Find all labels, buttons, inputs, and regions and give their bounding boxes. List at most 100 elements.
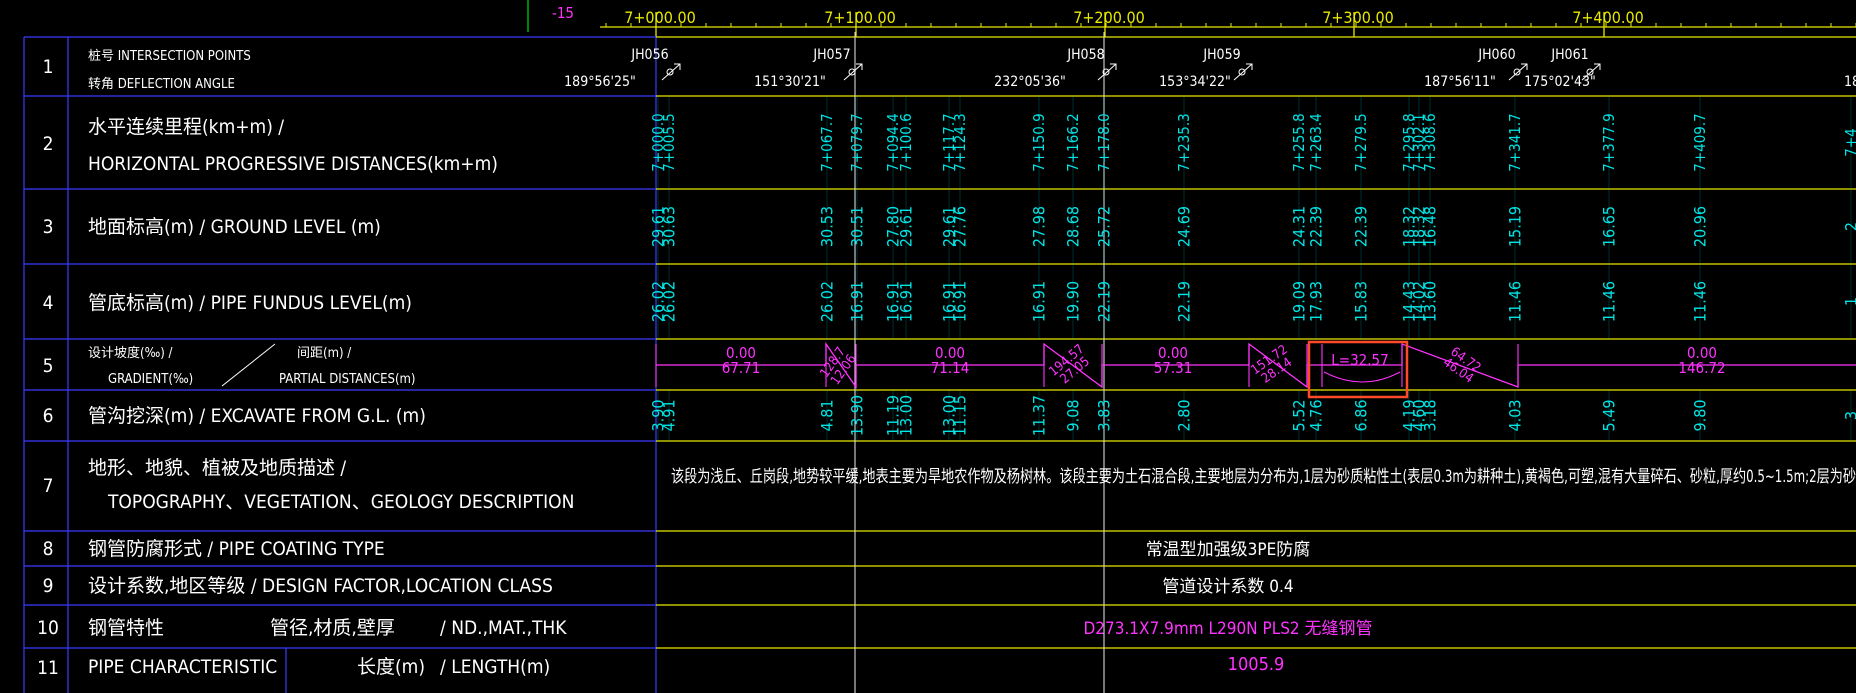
station-chain-value: 7+341.7 bbox=[1506, 113, 1524, 172]
station-ground-value: 30.51 bbox=[848, 206, 867, 247]
station-excav-value: 3 bbox=[1842, 411, 1856, 420]
row-label-5d: PARTIAL DISTANCES(m) bbox=[279, 372, 415, 387]
station-ground-value: 24.69 bbox=[1175, 206, 1194, 247]
station-excav-value: 11.15 bbox=[951, 395, 970, 436]
station-column: 7+279.5 22.39 15.83 6.86 bbox=[1352, 96, 1371, 441]
gradient-segment: 0.0067.71 bbox=[722, 344, 761, 377]
row-label-5b: 间距(m) / bbox=[297, 346, 351, 361]
node-icon bbox=[1238, 68, 1246, 76]
station-column: 7+000.07+005.529.6130.6326.0226.023.904.… bbox=[649, 96, 679, 441]
station-excav-value: 9.08 bbox=[1064, 399, 1083, 431]
jh-point: JH061 175°02'43" bbox=[1524, 47, 1601, 90]
station-chain-value: 7+308.6 bbox=[1421, 113, 1439, 172]
arrow-icon bbox=[661, 63, 681, 81]
station-chain-value: 7+150.9 bbox=[1030, 113, 1048, 172]
node-icon bbox=[848, 68, 856, 76]
station-excav-value: 11.37 bbox=[1030, 395, 1049, 436]
station-ground-value: 16.65 bbox=[1600, 206, 1619, 247]
station-excav-value: 3.18 bbox=[1421, 399, 1440, 431]
chainage-label: 7+300.00 bbox=[1322, 8, 1394, 27]
jh-point: JH056 189°56'25" bbox=[564, 47, 681, 90]
jh-angle: 151°30'21" bbox=[754, 74, 826, 90]
station-values: 7+000.07+005.529.6130.6326.0226.023.904.… bbox=[649, 96, 1856, 441]
row-num-9: 9 bbox=[43, 575, 54, 597]
station-chain-value: 7+263.4 bbox=[1307, 113, 1325, 172]
station-column: 7+067.7 30.53 26.02 4.81 bbox=[818, 96, 837, 441]
jh-point: JH057 151°30'21" bbox=[754, 47, 863, 90]
jh-angle: 232°05'36" bbox=[994, 74, 1066, 90]
gradient-value: L=32.57 bbox=[1331, 351, 1388, 369]
station-ground-value: 20.96 bbox=[1691, 206, 1710, 247]
chainage-label: 7+100.00 bbox=[824, 8, 896, 27]
station-excav-value: 13.90 bbox=[848, 395, 867, 436]
station-column: 7+235.3 24.69 22.19 2.80 bbox=[1175, 96, 1194, 441]
row-label-11c: / LENGTH(m) bbox=[440, 656, 550, 678]
station-column: 7+4 2 1 3 bbox=[1842, 96, 1856, 441]
arrow-icon bbox=[1097, 63, 1117, 81]
chainage-label: 7+400.00 bbox=[1572, 8, 1644, 27]
station-chain-value: 7+079.7 bbox=[848, 113, 866, 172]
station-chain-value: 7+005.5 bbox=[660, 113, 678, 172]
station-excav-value: 13.00 bbox=[897, 395, 916, 436]
partial-distance: 146.72 bbox=[1678, 359, 1725, 377]
row-label-2a: 水平连续里程(km+m) / bbox=[88, 116, 284, 138]
station-column: 7+409.7 20.96 11.46 9.80 bbox=[1691, 96, 1710, 441]
jh-name: JH057 bbox=[812, 47, 850, 63]
row-labels: 1 桩号 INTERSECTION POINTS 转角 DEFLECTION A… bbox=[37, 49, 574, 679]
row-num-5: 5 bbox=[43, 355, 54, 377]
offset-label: -15 bbox=[552, 4, 574, 22]
station-column: 7+377.9 16.65 11.46 5.49 bbox=[1600, 96, 1619, 441]
row-label-5c: GRADIENT(‰) bbox=[108, 372, 193, 387]
jh-angle: 18 bbox=[1844, 74, 1856, 90]
station-pipe-value: 22.19 bbox=[1095, 281, 1114, 322]
station-ground-value: 27.76 bbox=[951, 206, 970, 247]
row-num-6: 6 bbox=[43, 405, 54, 427]
row-label-11b: 长度(m) bbox=[357, 656, 425, 678]
jh-name: JH061 bbox=[1550, 47, 1588, 63]
row-num-4: 4 bbox=[43, 292, 54, 314]
station-ground-value: 25.72 bbox=[1095, 206, 1114, 247]
node-icon bbox=[1513, 68, 1521, 76]
station-ground-value: 15.19 bbox=[1506, 206, 1525, 247]
gradient-segment: 194.5727.05 bbox=[1046, 342, 1092, 387]
arrow-icon bbox=[843, 63, 863, 81]
partial-distance: 71.14 bbox=[931, 359, 970, 377]
vertical-curve bbox=[1323, 371, 1401, 383]
station-excav-value: 3.83 bbox=[1095, 399, 1114, 431]
station-ground-value: 29.61 bbox=[897, 206, 916, 247]
topography-description: 该段为浅丘、丘岗段,地势较平缓,地表主要为旱地农作物及杨树林。该段主要为土石混合… bbox=[671, 467, 1856, 487]
chainage-scale: 7+000.00 7+100.00 7+200.00 7+300.00 7+400.00 bbox=[600, 8, 1856, 37]
station-chain-value: 7+409.7 bbox=[1691, 113, 1709, 172]
station-ground-value: 30.53 bbox=[818, 206, 837, 247]
partial-distance: 67.71 bbox=[722, 359, 761, 377]
gradient-segment: 64.7246.04 bbox=[1440, 344, 1483, 386]
station-excav-value: 2.80 bbox=[1175, 399, 1194, 431]
row-label-10a: 钢管特性 bbox=[88, 617, 164, 639]
jh-point: JH059 153°34'22" bbox=[1159, 47, 1253, 90]
station-pipe-value: 15.83 bbox=[1352, 281, 1371, 322]
chainage-label: 7+200.00 bbox=[1073, 8, 1145, 27]
jh-name: JH058 bbox=[1066, 47, 1104, 63]
station-excav-value: 4.76 bbox=[1307, 399, 1326, 431]
jh-name: JH056 bbox=[630, 47, 668, 63]
station-column: 7+255.8 7+263.424.3122.3919.0917.935.524.… bbox=[1290, 96, 1326, 441]
station-chain-value: 7+255.8 bbox=[1290, 113, 1308, 172]
station-pipe-value: 16.91 bbox=[1030, 281, 1049, 322]
row-num-8: 8 bbox=[43, 538, 54, 560]
row-label-11a: PIPE CHARACTERISTIC bbox=[88, 656, 277, 678]
station-pipe-value: 26.02 bbox=[660, 281, 679, 322]
station-column: 7+117.77+124.329.6127.7616.9116.9113.001… bbox=[940, 96, 970, 441]
row-label-8: 钢管防腐形式 / PIPE COATING TYPE bbox=[88, 538, 385, 560]
station-chain-value: 7+377.9 bbox=[1600, 113, 1618, 172]
pipe-spec: D273.1X7.9mm L290N PLS2 无缝钢管 bbox=[1083, 619, 1372, 639]
station-pipe-value: 16.91 bbox=[848, 281, 867, 322]
station-ground-value: 28.68 bbox=[1064, 206, 1083, 247]
partial-distance: 57.31 bbox=[1154, 359, 1193, 377]
station-pipe-value: 26.02 bbox=[818, 281, 837, 322]
station-chain-value: 7+279.5 bbox=[1352, 113, 1370, 172]
station-chain-value: 7+166.2 bbox=[1064, 113, 1082, 172]
gradient-segment: L=32.57 bbox=[1331, 351, 1388, 369]
row-num-10: 10 bbox=[37, 617, 59, 639]
row-label-5a: 设计坡度(‰) / bbox=[88, 345, 173, 361]
station-column: 7+295.87+302.17+308.618.3218.3216.4814.4… bbox=[1400, 96, 1440, 441]
